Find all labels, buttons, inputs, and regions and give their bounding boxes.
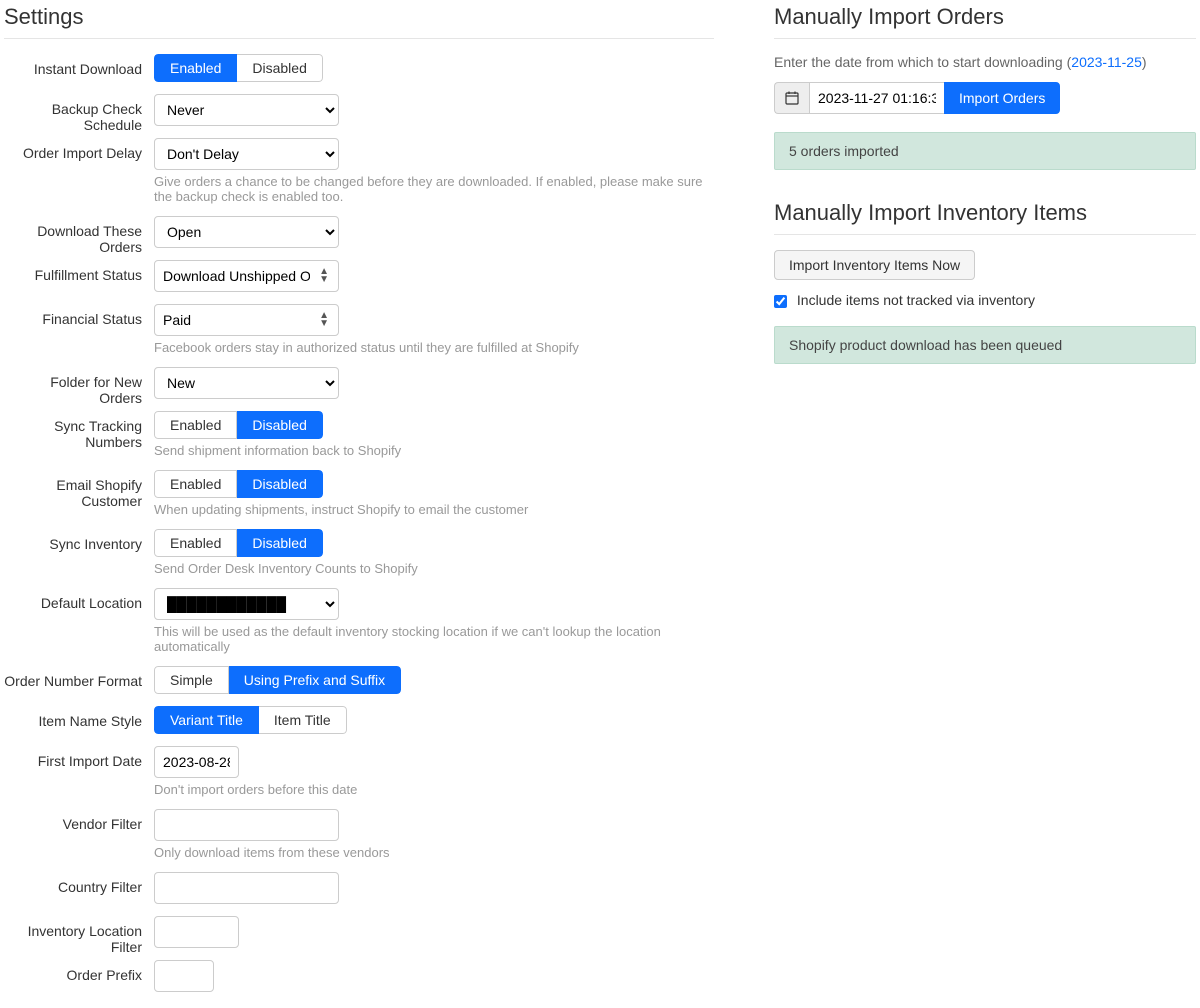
fulfillment-status-select[interactable]: Download Unshipped Orders <box>154 260 339 292</box>
manual-orders-date-link[interactable]: 2023-11-25 <box>1071 54 1142 70</box>
order-prefix-label: Order Prefix <box>4 960 154 1004</box>
import-inventory-button[interactable]: Import Inventory Items Now <box>774 250 975 280</box>
fulfillment-status-label: Fulfillment Status <box>4 260 154 304</box>
first-import-date-help: Don't import orders before this date <box>154 782 714 797</box>
calendar-icon <box>774 82 809 114</box>
sync-tracking-help: Send shipment information back to Shopif… <box>154 443 714 458</box>
default-location-select[interactable]: ████████████ <box>154 588 339 620</box>
item-name-style-label: Item Name Style <box>4 706 154 746</box>
manual-orders-title: Manually Import Orders <box>774 4 1196 30</box>
instant-download-label: Instant Download <box>4 54 154 94</box>
financial-status-select[interactable]: Paid <box>154 304 339 336</box>
sync-inventory-disabled-button[interactable]: Disabled <box>237 529 322 557</box>
inventory-location-filter-input[interactable] <box>154 916 239 948</box>
vendor-filter-input[interactable] <box>154 809 339 841</box>
order-import-delay-select[interactable]: Don't Delay <box>154 138 339 170</box>
import-orders-button[interactable]: Import Orders <box>944 82 1060 114</box>
divider <box>774 38 1196 39</box>
instant-download-disabled-button[interactable]: Disabled <box>237 54 322 82</box>
order-number-format-toggle: Simple Using Prefix and Suffix <box>154 666 401 694</box>
order-import-delay-label: Order Import Delay <box>4 138 154 216</box>
sync-tracking-toggle: Enabled Disabled <box>154 411 323 439</box>
folder-new-orders-select[interactable]: New <box>154 367 339 399</box>
item-name-item-button[interactable]: Item Title <box>259 706 347 734</box>
country-filter-label: Country Filter <box>4 872 154 916</box>
manual-orders-intro: Enter the date from which to start downl… <box>774 54 1196 70</box>
email-customer-label: Email Shopify Customer <box>4 470 154 529</box>
folder-new-orders-label: Folder for New Orders <box>4 367 154 411</box>
order-number-prefix-button[interactable]: Using Prefix and Suffix <box>229 666 401 694</box>
first-import-date-label: First Import Date <box>4 746 154 809</box>
manual-orders-input-group: Import Orders <box>774 82 1060 114</box>
vendor-filter-label: Vendor Filter <box>4 809 154 872</box>
right-panel: Manually Import Orders Enter the date fr… <box>764 4 1196 1004</box>
vendor-filter-help: Only download items from these vendors <box>154 845 714 860</box>
backup-check-schedule-label: Backup Check Schedule <box>4 94 154 138</box>
sync-inventory-help: Send Order Desk Inventory Counts to Shop… <box>154 561 714 576</box>
manual-orders-date-input[interactable] <box>809 82 944 114</box>
manual-inventory-result: Shopify product download has been queued <box>774 326 1196 364</box>
settings-title: Settings <box>4 4 714 30</box>
instant-download-enabled-button[interactable]: Enabled <box>154 54 237 82</box>
financial-status-label: Financial Status <box>4 304 154 367</box>
include-untracked-checkbox[interactable] <box>774 295 787 308</box>
manual-inventory-title: Manually Import Inventory Items <box>774 200 1196 226</box>
instant-download-toggle: Enabled Disabled <box>154 54 323 82</box>
order-number-simple-button[interactable]: Simple <box>154 666 229 694</box>
sync-tracking-label: Sync Tracking Numbers <box>4 411 154 470</box>
inventory-location-filter-label: Inventory Location Filter <box>4 916 154 960</box>
financial-status-help: Facebook orders stay in authorized statu… <box>154 340 714 355</box>
item-name-style-toggle: Variant Title Item Title <box>154 706 347 734</box>
order-import-delay-help: Give orders a chance to be changed befor… <box>154 174 714 204</box>
order-prefix-input[interactable] <box>154 960 214 992</box>
first-import-date-input[interactable] <box>154 746 239 778</box>
sync-tracking-enabled-button[interactable]: Enabled <box>154 411 237 439</box>
divider <box>4 38 714 39</box>
email-customer-toggle: Enabled Disabled <box>154 470 323 498</box>
include-untracked-row: Include items not tracked via inventory <box>774 292 1196 308</box>
sync-tracking-disabled-button[interactable]: Disabled <box>237 411 322 439</box>
sync-inventory-enabled-button[interactable]: Enabled <box>154 529 237 557</box>
include-untracked-label: Include items not tracked via inventory <box>797 292 1035 308</box>
manual-orders-result: 5 orders imported <box>774 132 1196 170</box>
order-number-format-label: Order Number Format <box>4 666 154 706</box>
download-these-orders-select[interactable]: Open <box>154 216 339 248</box>
backup-check-schedule-select[interactable]: Never <box>154 94 339 126</box>
email-customer-disabled-button[interactable]: Disabled <box>237 470 322 498</box>
email-customer-help: When updating shipments, instruct Shopif… <box>154 502 714 517</box>
divider <box>774 234 1196 235</box>
sync-inventory-label: Sync Inventory <box>4 529 154 588</box>
default-location-label: Default Location <box>4 588 154 666</box>
country-filter-input[interactable] <box>154 872 339 904</box>
download-these-orders-label: Download These Orders <box>4 216 154 260</box>
sync-inventory-toggle: Enabled Disabled <box>154 529 323 557</box>
settings-panel: Settings Instant Download Enabled Disabl… <box>4 4 764 1004</box>
default-location-help: This will be used as the default invento… <box>154 624 714 654</box>
item-name-variant-button[interactable]: Variant Title <box>154 706 259 734</box>
email-customer-enabled-button[interactable]: Enabled <box>154 470 237 498</box>
